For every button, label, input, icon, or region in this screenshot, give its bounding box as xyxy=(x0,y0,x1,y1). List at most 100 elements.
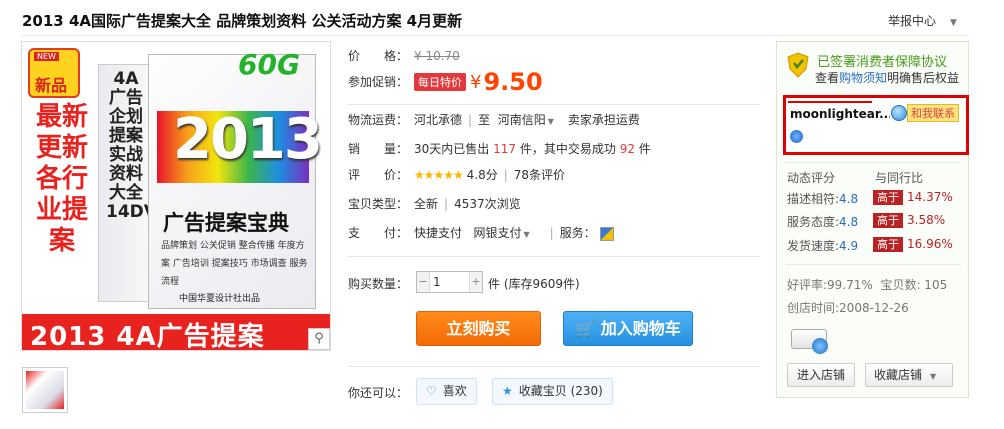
like-label: 喜欢 xyxy=(442,384,467,398)
image-banner-text: 2013 4A广告提案 xyxy=(30,322,265,351)
promo-price: 9.50 xyxy=(483,68,543,96)
chevron-down-icon: ▼ xyxy=(547,117,554,126)
guarantee-title: 已签署消费者保障协议 xyxy=(817,55,948,70)
pay-quick[interactable]: 快捷支付 xyxy=(414,226,462,240)
metric-value: 4.8 xyxy=(839,192,859,206)
service-icon[interactable] xyxy=(599,226,614,241)
rating-score: 4.8分 xyxy=(466,168,498,182)
metric-delivery: 发货速度:4.9 xyxy=(787,237,858,254)
service-label: 服务： xyxy=(559,226,596,240)
product-main-image[interactable]: 4A广告企划提案实战资料大全14DVD 2013 广告提案宝典 品牌策划 公关促… xyxy=(21,41,331,351)
shop-badge-icon[interactable] xyxy=(791,329,828,354)
new-tag: NEW xyxy=(34,52,59,61)
add-to-cart-button[interactable]: 🛒 加入购物车 xyxy=(563,311,693,346)
promo-currency: ¥ xyxy=(470,71,482,93)
fav-shop-button[interactable]: 收藏店铺 ▼ xyxy=(865,363,953,387)
image-thumbnail[interactable] xyxy=(22,367,68,413)
metric-percent: 16.96% xyxy=(907,237,953,251)
sales-count: 117 xyxy=(493,142,517,156)
chevron-down-icon: ▼ xyxy=(950,18,957,28)
stock-info: 件 (库存9609件) xyxy=(488,277,580,291)
rating-row: 评 价： ★★★★★ 4.8分 | 78条评价 xyxy=(348,166,565,183)
sales-success: 92 xyxy=(619,142,635,156)
new-badge-text: 新品 xyxy=(35,76,68,95)
report-center-link[interactable]: 举报中心 ▼ xyxy=(888,12,957,29)
box-year: 2013 xyxy=(173,107,323,172)
image-banner: 2013 4A广告提案 xyxy=(22,314,330,350)
views-count: 4537次浏览 xyxy=(454,197,521,211)
guarantee-link[interactable]: 购物须知 xyxy=(839,71,887,85)
ship-to-select[interactable]: 河南信阳 ▼ xyxy=(498,113,568,127)
type-label: 宝贝类型： xyxy=(348,197,409,211)
ship-from: 河北承德 xyxy=(414,113,463,127)
like-button[interactable]: ♡ 喜欢 xyxy=(416,378,477,405)
dynamic-score-title: 动态评分 xyxy=(787,171,836,185)
good-rate: 好评率:99.71% 宝贝数: 105 xyxy=(787,276,947,293)
divider xyxy=(22,35,968,36)
separator: | xyxy=(468,113,473,127)
ship-to-prefix: 至 xyxy=(478,113,491,127)
divider xyxy=(348,366,760,367)
type-row: 宝贝类型： 全新 | 4537次浏览 xyxy=(348,195,521,212)
qty-increase-button[interactable]: + xyxy=(469,272,482,292)
ship-to: 河南信阳 xyxy=(497,113,546,127)
badge-dot xyxy=(812,338,828,354)
divider xyxy=(785,162,961,163)
contact-seller-button[interactable]: 和我联系 xyxy=(891,104,959,122)
new-badge: NEW 新品 xyxy=(28,48,80,98)
payment-row: 支 付： 快捷支付 网银支付 ▼ | 服务： xyxy=(348,224,614,241)
sales-row: 销 量： 30天内已售出 117 件，其中交易成功 92 件 xyxy=(348,140,651,157)
separator: | xyxy=(503,168,508,182)
fav-shop-label: 收藏店铺 xyxy=(874,368,923,382)
cart-icon: 🛒 xyxy=(575,319,596,338)
pay-bank-select[interactable]: 网银支付 ▼ xyxy=(473,226,543,240)
report-label: 举报中心 xyxy=(888,14,937,28)
star-rating-icon: ★★★★★ xyxy=(414,168,464,182)
seller-name-link[interactable]: moonlightear... xyxy=(790,107,890,121)
higher-badge: 高于 xyxy=(873,190,903,205)
seller-box: moonlightear... 和我联系 xyxy=(783,95,969,155)
type-value: 全新 xyxy=(414,197,439,211)
shipping-label: 物流运费： xyxy=(348,113,409,127)
metric-service: 服务态度:4.8 xyxy=(787,213,858,230)
higher-badge: 高于 xyxy=(873,213,903,228)
page-title: 2013 4A国际广告提案大全 品牌策划资料 公关活动方案 4月更新 xyxy=(22,12,463,30)
star-icon: ★ xyxy=(502,384,513,398)
rating-count-link[interactable]: 78条评价 xyxy=(514,168,565,182)
guarantee-pre: 查看 xyxy=(815,71,840,85)
box-spine-text: 4A广告企划提案实战资料大全14DVD xyxy=(106,69,172,222)
heart-icon: ♡ xyxy=(426,384,437,398)
higher-badge: 高于 xyxy=(873,237,903,252)
metric-label: 描述相符: xyxy=(787,192,840,206)
price-row: 价 格： ¥ 10.70 xyxy=(348,47,460,64)
box-cover: 2013 广告提案宝典 品牌策划 公关促销 整合传播 年度方案 广告培训 提案技… xyxy=(148,54,323,309)
metric-label: 发货速度: xyxy=(787,239,840,253)
buy-now-button[interactable]: 立刻购买 xyxy=(416,311,541,346)
title-bar: 2013 4A国际广告提案大全 品牌策划资料 公关活动方案 4月更新 举报中心 ▼ xyxy=(0,0,1004,36)
enter-shop-button[interactable]: 进入店铺 xyxy=(787,363,855,387)
shipping-row: 物流运费： 河北承德 | 至 河南信阳 ▼ 卖家承担运费 xyxy=(348,111,640,128)
metric-description: 描述相符:4.8 xyxy=(787,190,858,207)
shield-icon xyxy=(787,52,809,78)
guarantee-post: 明确售后权益 xyxy=(887,71,960,85)
promo-label: 参加促销： xyxy=(348,74,409,89)
vip-icon xyxy=(790,130,803,143)
quantity-stepper[interactable]: − + xyxy=(416,271,483,293)
divider xyxy=(348,104,760,105)
sales-post: 件 xyxy=(638,142,651,156)
original-price: ¥ 10.70 xyxy=(414,49,460,63)
pay-bank: 网银支付 xyxy=(473,226,522,240)
divider xyxy=(785,264,961,265)
qty-decrease-button[interactable]: − xyxy=(417,272,430,292)
items-count: 宝贝数: 105 xyxy=(880,278,948,292)
collect-button[interactable]: ★ 收藏宝贝 (230) xyxy=(492,378,613,405)
sales-pre: 30天内已售出 xyxy=(414,142,490,156)
metric-value: 4.9 xyxy=(839,239,859,253)
created-date: 创店时间:2008-12-26 xyxy=(787,301,909,315)
add-cart-label: 加入购物车 xyxy=(600,319,681,338)
pay-label: 支 付： xyxy=(348,226,409,240)
image-left-text: 最新更新 各行业提案 xyxy=(35,102,88,256)
promo-row: 参加促销： 每日特价 ¥9.50 xyxy=(348,68,543,96)
magnifier-icon[interactable]: ⚲ xyxy=(308,328,330,350)
quantity-input[interactable] xyxy=(431,272,469,292)
